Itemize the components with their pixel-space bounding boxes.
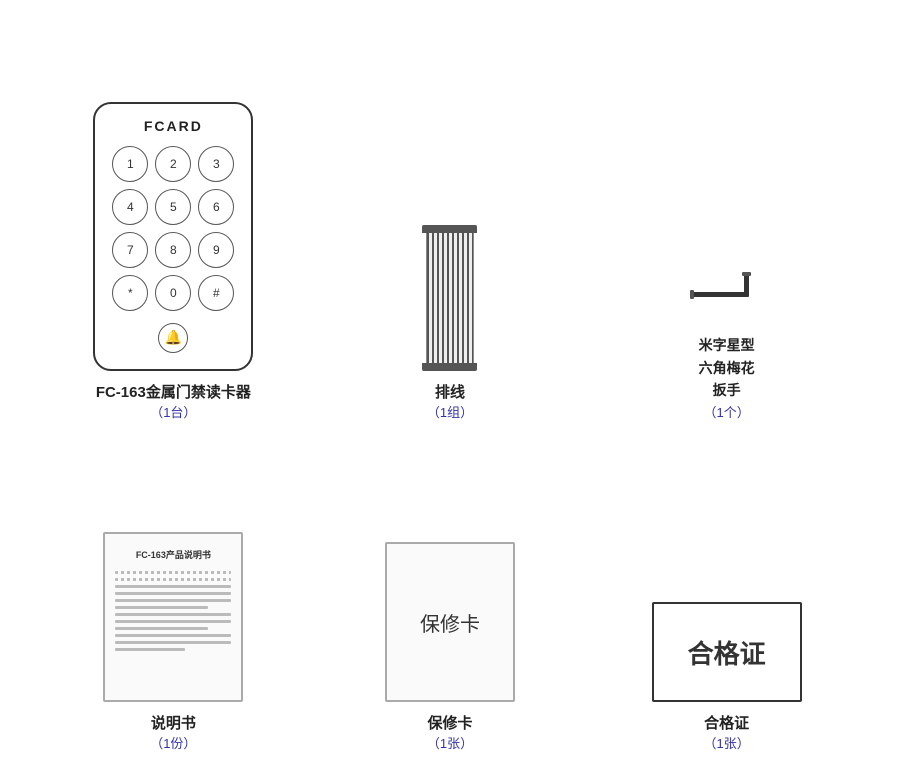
key-8: 8 — [155, 232, 191, 268]
ribbon-connector-bottom — [422, 363, 477, 371]
bell-icon: 🔔 — [158, 323, 188, 353]
certificate-card: 合格证 — [652, 602, 802, 702]
wrench-svg-icon — [687, 266, 767, 326]
key-4: 4 — [112, 189, 148, 225]
ribbon-body — [426, 233, 474, 363]
manual-line-3 — [115, 585, 231, 588]
ribbon-label: 排线 （1组） — [427, 381, 473, 421]
manual-book: FC-163产品说明书 — [103, 532, 243, 702]
wrench-wrapper: 米字星型 六角梅花 扳手 （1个） — [687, 266, 767, 420]
ribbon-visual — [420, 191, 480, 371]
warranty-name: 保修卡 — [427, 712, 473, 733]
wrench-name-line1: 米字星型 — [699, 334, 755, 356]
manual-line-1 — [115, 571, 231, 574]
wrench-visual: 米字星型 六角梅花 扳手 （1个） — [687, 241, 767, 421]
warranty-item: 保修卡 保修卡 （1张） — [317, 451, 584, 753]
certificate-count: （1张） — [704, 733, 750, 752]
warranty-visual: 保修卡 — [385, 522, 515, 702]
warranty-count: （1张） — [427, 733, 473, 752]
ribbon-item: 排线 （1组） — [317, 30, 584, 421]
wrench-count: （1个） — [699, 402, 755, 421]
manual-count: （1份） — [150, 733, 196, 752]
ribbon-connector-top — [422, 225, 477, 233]
manual-line-10 — [115, 634, 231, 637]
manual-lines — [115, 571, 231, 651]
wrench-item: 米字星型 六角梅花 扳手 （1个） — [593, 30, 860, 421]
key-7: 7 — [112, 232, 148, 268]
manual-line-7 — [115, 613, 231, 616]
manual-label: 说明书 （1份） — [150, 712, 196, 752]
certificate-label: 合格证 （1张） — [704, 712, 750, 752]
manual-name: 说明书 — [150, 712, 196, 733]
ribbon-name: 排线 — [427, 381, 473, 402]
key-3: 3 — [198, 146, 234, 182]
certificate-item: 合格证 合格证 （1张） — [593, 451, 860, 753]
key-star: * — [112, 275, 148, 311]
keypad-name: FC-163金属门禁读卡器 — [96, 381, 251, 402]
manual-line-9 — [115, 627, 208, 630]
warranty-label: 保修卡 （1张） — [427, 712, 473, 752]
manual-line-5 — [115, 599, 231, 602]
key-9: 9 — [198, 232, 234, 268]
manual-line-12 — [115, 648, 185, 651]
manual-line-4 — [115, 592, 231, 595]
warranty-card: 保修卡 — [385, 542, 515, 702]
keypad-item: FCARD 1 2 3 4 5 6 7 8 9 * 0 # 🔔 — [40, 30, 307, 421]
keypad: FCARD 1 2 3 4 5 6 7 8 9 * 0 # 🔔 — [93, 102, 253, 371]
warranty-card-text: 保修卡 — [420, 608, 480, 637]
key-hash: # — [198, 275, 234, 311]
key-1: 1 — [112, 146, 148, 182]
keypad-count: （1台） — [96, 402, 251, 421]
wrench-name-line3: 扳手 — [699, 379, 755, 401]
manual-book-title: FC-163产品说明书 — [136, 548, 211, 561]
wrench-name-line2: 六角梅花 — [699, 357, 755, 379]
keypad-grid: 1 2 3 4 5 6 7 8 9 * 0 # — [112, 146, 234, 311]
certificate-visual: 合格证 — [652, 522, 802, 702]
manual-line-2 — [115, 578, 231, 581]
certificate-name: 合格证 — [704, 712, 750, 733]
key-2: 2 — [155, 146, 191, 182]
keypad-visual: FCARD 1 2 3 4 5 6 7 8 9 * 0 # 🔔 — [93, 102, 253, 371]
keypad-brand: FCARD — [144, 118, 203, 134]
ribbon-count: （1组） — [427, 402, 473, 421]
ribbon-cable — [420, 225, 480, 371]
key-5: 5 — [155, 189, 191, 225]
manual-visual: FC-163产品说明书 — [103, 522, 243, 702]
manual-item: FC-163产品说明书 说明书 （1份） — [40, 451, 307, 753]
certificate-card-text: 合格证 — [688, 634, 766, 671]
key-6: 6 — [198, 189, 234, 225]
manual-line-8 — [115, 620, 231, 623]
manual-line-11 — [115, 641, 231, 644]
manual-line-6 — [115, 606, 208, 609]
keypad-label: FC-163金属门禁读卡器 （1台） — [96, 381, 251, 421]
key-0: 0 — [155, 275, 191, 311]
